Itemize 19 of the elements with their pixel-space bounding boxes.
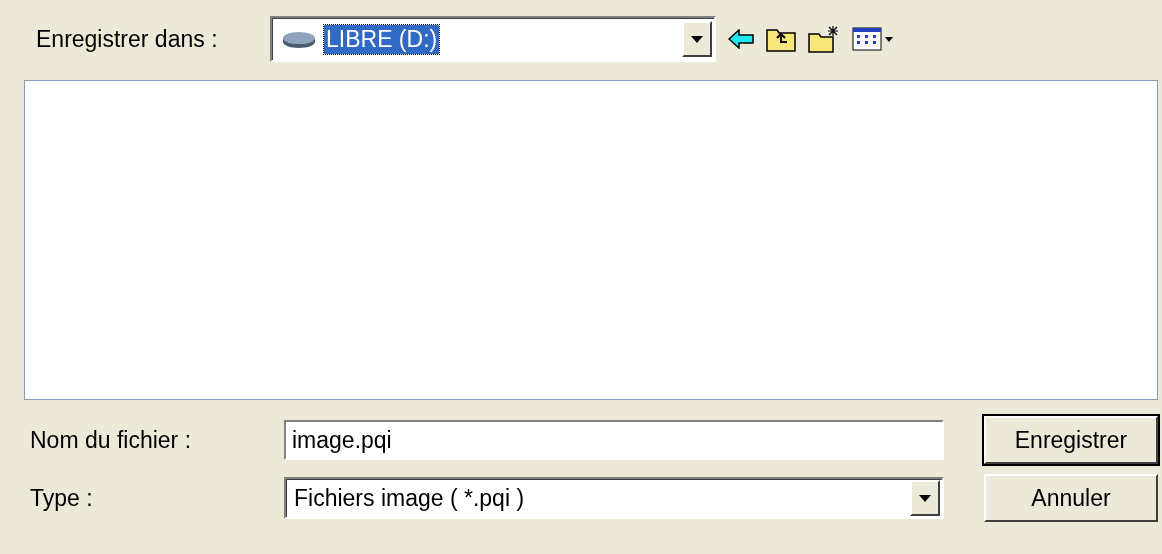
drive-icon: [282, 30, 316, 48]
cancel-button[interactable]: Annuler: [984, 474, 1158, 522]
file-type-dropdown[interactable]: Fichiers image ( *.pqi ): [284, 477, 944, 519]
save-in-label: Enregistrer dans :: [35, 25, 219, 53]
file-type-label: Type :: [29, 484, 94, 512]
file-name-field[interactable]: image.pqi: [284, 420, 944, 460]
location-dropdown[interactable]: LIBRE (D:): [270, 16, 716, 62]
file-name-label: Nom du fichier :: [29, 426, 193, 454]
view-menu-icon[interactable]: [852, 27, 894, 51]
caret-icon: [919, 494, 931, 502]
caret-icon: [691, 35, 703, 43]
up-folder-icon[interactable]: [766, 26, 796, 52]
file-type-value: Fichiers image ( *.pqi ): [294, 484, 525, 512]
dropdown-button[interactable]: [910, 480, 940, 516]
new-folder-icon[interactable]: [808, 25, 840, 53]
back-arrow-icon[interactable]: [728, 29, 754, 49]
location-value: LIBRE (D:): [324, 24, 440, 54]
save-button[interactable]: Enregistrer: [984, 416, 1158, 464]
dropdown-button[interactable]: [682, 21, 712, 57]
